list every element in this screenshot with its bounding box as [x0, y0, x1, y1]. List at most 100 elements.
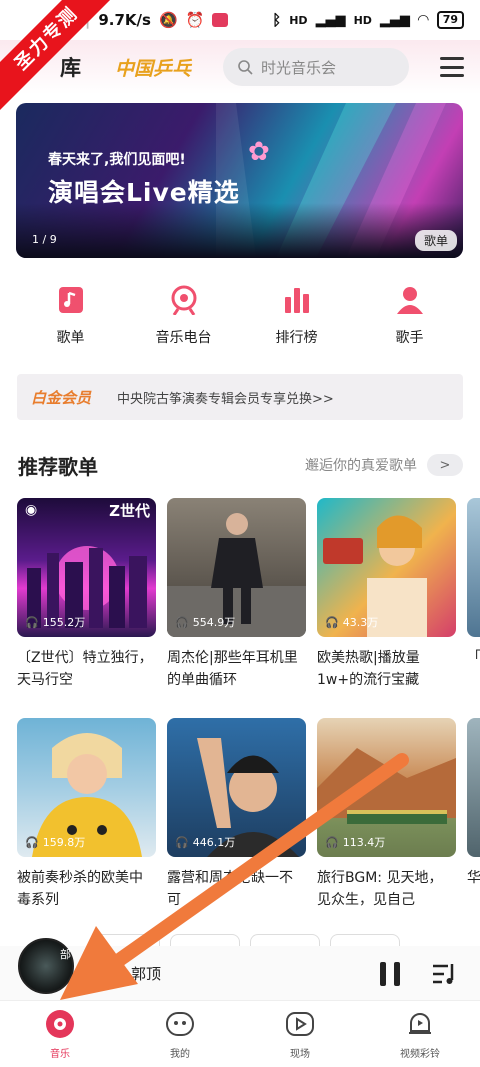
- nav-music[interactable]: 音乐: [10, 1009, 110, 1060]
- playlist-card[interactable]: ◉ Z世代 🎧 155.2万 〔Z世代〕特立独行，天马行空: [17, 498, 156, 691]
- quicknav-singer[interactable]: 歌手: [370, 285, 450, 357]
- cover-tag: Z世代: [109, 502, 150, 520]
- playlist-cover: 🎧 43.3万: [317, 498, 456, 637]
- banner-subtitle: 春天来了,我们见面吧!: [48, 152, 186, 168]
- quicknav-radio-label: 音乐电台: [155, 330, 212, 346]
- playlist-cover: [467, 498, 480, 637]
- tab-pingpong[interactable]: 中国乒乓: [115, 54, 191, 81]
- signal-2-label: HD: [353, 13, 372, 27]
- playlist-cover: 🎧 554.9万: [167, 498, 306, 637]
- playlist-icon: [58, 287, 83, 313]
- play-count-value: 43.3万: [342, 616, 379, 629]
- playlist-card[interactable]: 🎧 159.8万 被前奏秒杀的欧美中毒系列: [17, 718, 156, 911]
- playlist-cover: 🎧 159.8万: [17, 718, 156, 857]
- playlist-title: 「流律: [467, 650, 480, 666]
- headphones-icon: 🎧: [175, 835, 189, 849]
- bluetooth-icon: ᛒ: [272, 11, 282, 29]
- battery-icon: 79: [436, 11, 464, 29]
- play-count: 🎧 159.8万: [25, 834, 85, 850]
- wifi-icon: ◠: [417, 12, 429, 28]
- quick-nav: 歌单 音乐电台 排行榜 歌手: [0, 285, 480, 357]
- signal-1-label: HD: [289, 13, 308, 27]
- nav-live-label: 现场: [290, 1048, 310, 1060]
- quicknav-playlist[interactable]: 歌单: [31, 285, 111, 357]
- bottom-nav: 音乐 我的 现场 视频彩铃: [0, 1000, 480, 1067]
- playlist-title: 华语: [467, 870, 480, 886]
- play-count: 🎧 446.1万: [175, 834, 235, 850]
- more-button[interactable]: >: [427, 454, 463, 476]
- playlist-card[interactable]: 🎧 43.3万 欧美热歌|播放量1w+的流行宝藏: [317, 498, 456, 691]
- app-page: 圣力专测 15 | 9.7K/s 🔕 ⏰ ᛒ HD ▂▄▆ HD ▂▄▆ ◠ 7…: [0, 0, 480, 1067]
- headphones-icon: 🎧: [175, 615, 189, 629]
- playlist-cover: ◉ Z世代 🎧 155.2万: [17, 498, 156, 637]
- hamburger-menu-icon[interactable]: [440, 57, 464, 77]
- banner-tag: 歌单: [414, 230, 457, 251]
- quicknav-chart[interactable]: 排行榜: [257, 285, 337, 357]
- search-icon: [238, 60, 253, 75]
- play-count: 🎧 43.3万: [325, 614, 378, 630]
- headphones-icon: 🎧: [325, 835, 339, 849]
- play-count-value: 155.2万: [42, 616, 86, 629]
- music-disc-icon: [46, 1009, 74, 1038]
- play-count: 🎧 155.2万: [25, 614, 85, 630]
- nav-video-ringtone[interactable]: 视频彩铃: [370, 1009, 470, 1060]
- nav-music-label: 音乐: [50, 1048, 70, 1060]
- playlist-title: 周杰伦|那些年耳机里的单曲循环: [167, 650, 298, 688]
- pause-icon[interactable]: [380, 962, 400, 986]
- playlist-cover: 🎧 113.4万: [317, 718, 456, 857]
- quicknav-playlist-label: 歌单: [56, 330, 85, 346]
- nav-video-ringtone-label: 视频彩铃: [400, 1048, 440, 1060]
- vip-text: 中央院古筝演奏专辑会员专享兑换>>: [117, 391, 334, 407]
- headphones-icon: 🎧: [25, 615, 39, 629]
- singer-icon: [396, 287, 423, 314]
- section-subtitle[interactable]: 邂逅你的真爱歌单: [305, 455, 417, 475]
- live-video-icon: [286, 1011, 314, 1036]
- playlist-card[interactable]: 华语: [467, 718, 480, 911]
- playlist-cover: 🎧 446.1万: [167, 718, 306, 857]
- video-ringtone-icon: [409, 1012, 431, 1034]
- playlist-card[interactable]: 🎧 554.9万 周杰伦|那些年耳机里的单曲循环: [167, 498, 306, 691]
- play-count: 🎧 554.9万: [175, 614, 235, 630]
- play-count-value: 554.9万: [192, 616, 236, 629]
- album-disc[interactable]: 部: [18, 938, 74, 994]
- tab-library[interactable]: 库: [60, 52, 81, 82]
- section-title: 推荐歌单: [18, 454, 98, 479]
- signal-icon: ▂▄▆: [315, 12, 346, 28]
- nav-live[interactable]: 现场: [250, 1009, 350, 1060]
- headphones-icon: 🎧: [325, 615, 339, 629]
- nav-mine[interactable]: 我的: [130, 1009, 230, 1060]
- playlist-cover: [467, 718, 480, 857]
- search-input[interactable]: 时光音乐会: [223, 48, 410, 86]
- chart-icon: [284, 288, 309, 313]
- banner-page-indicator: 1 / 9: [32, 233, 57, 246]
- playlist-queue-icon[interactable]: [432, 962, 458, 986]
- promo-banner[interactable]: 春天来了,我们见面吧! ✿ 演唱会Live精选 1 / 9 歌单: [16, 103, 463, 258]
- quicknav-chart-label: 排行榜: [275, 330, 318, 346]
- disc-label: 部: [60, 948, 71, 961]
- vip-tag: 白金会员: [31, 388, 92, 407]
- alarm-icon: ⏰: [185, 11, 205, 29]
- signal-icon: ▂▄▆: [379, 12, 410, 28]
- quicknav-singer-label: 歌手: [395, 330, 424, 346]
- top-header: 库 中国乒乓 时光音乐会: [0, 40, 480, 94]
- app-notification-icon: [212, 13, 229, 27]
- vip-promo-bar[interactable]: 白金会员 中央院古筝演奏专辑会员专享兑换>>: [17, 374, 463, 420]
- playlist-title: 露营和周杰伦缺一不可: [167, 870, 293, 908]
- my-face-icon: [166, 1011, 194, 1036]
- now-playing-title: 保留 - 郭顶: [86, 964, 161, 983]
- play-count-value: 159.8万: [42, 836, 86, 849]
- mute-bell-icon: 🔕: [158, 11, 178, 29]
- search-placeholder: 时光音乐会: [261, 58, 337, 77]
- playlist-grid-row-1: ◉ Z世代 🎧 155.2万 〔Z世代〕特立独行，天马行空 🎧 554.9万 周杰伦…: [17, 498, 480, 691]
- headphone-logo-icon: ◉: [25, 502, 38, 518]
- nav-mine-label: 我的: [170, 1048, 190, 1060]
- playlist-title: 旅行BGM: 见天地，见众生，见自己: [317, 870, 443, 908]
- network-speed: 9.7K/s: [98, 11, 151, 29]
- playlist-card[interactable]: 「流律: [467, 498, 480, 691]
- flower-icon: ✿: [248, 137, 270, 167]
- playlist-grid-row-2: 🎧 159.8万 被前奏秒杀的欧美中毒系列 🎧 446.1万 露营和周杰伦缺一不可 …: [17, 718, 480, 911]
- playlist-card[interactable]: 🎧 113.4万 旅行BGM: 见天地，见众生，见自己: [317, 718, 456, 911]
- quicknav-radio[interactable]: 音乐电台: [144, 285, 224, 357]
- headphones-icon: 🎧: [25, 835, 39, 849]
- playlist-card[interactable]: 🎧 446.1万 露营和周杰伦缺一不可: [167, 718, 306, 911]
